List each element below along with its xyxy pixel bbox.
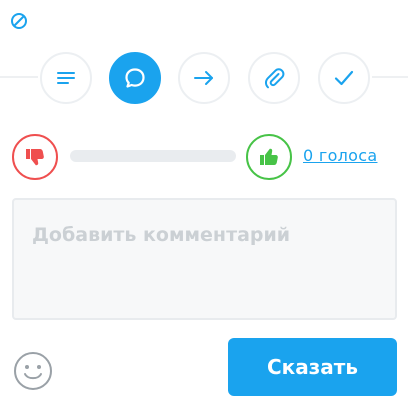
arrow-right-icon	[194, 71, 213, 85]
votes-count-link[interactable]: 0 голоса	[303, 146, 377, 165]
forward-button[interactable]	[178, 52, 230, 104]
comment-input[interactable]	[12, 198, 397, 320]
comment-bubble-icon	[125, 68, 145, 88]
complete-button[interactable]	[318, 52, 370, 104]
emoji-button[interactable]	[12, 350, 54, 392]
thumbs-down-icon	[26, 149, 44, 166]
attach-button[interactable]	[248, 52, 300, 104]
paperclip-icon	[264, 68, 285, 89]
disabled-icon	[10, 12, 28, 30]
toolbar-divider-right	[372, 76, 408, 78]
comment-button[interactable]	[109, 52, 161, 104]
checkmark-icon	[334, 70, 354, 86]
format-text-button[interactable]	[40, 52, 92, 104]
thumbs-up-icon	[260, 148, 278, 165]
smiley-icon	[14, 352, 52, 390]
vote-up-button[interactable]	[246, 134, 292, 180]
text-lines-icon	[57, 72, 75, 84]
toolbar-divider-left	[0, 76, 38, 78]
send-button[interactable]: Сказать	[228, 338, 397, 396]
vote-down-button[interactable]	[12, 134, 58, 180]
vote-progress-bar	[70, 150, 236, 162]
